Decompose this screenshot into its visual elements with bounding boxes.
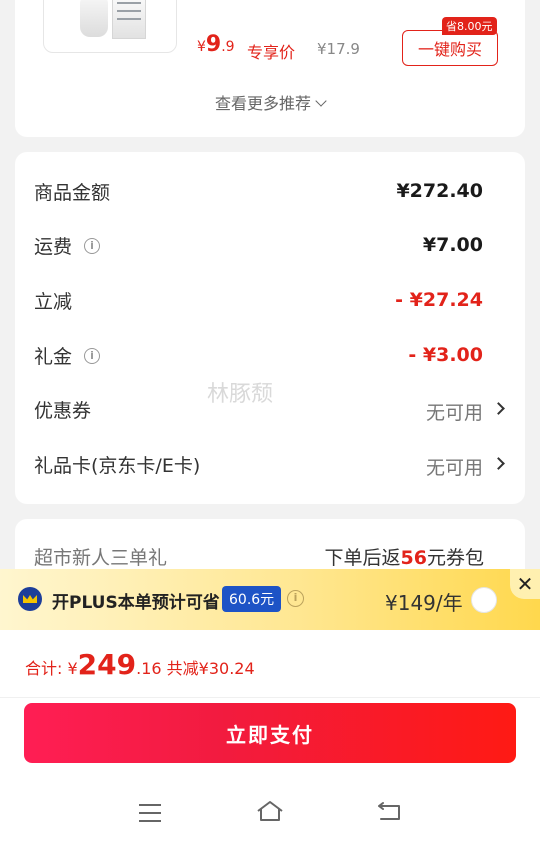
product-thumbnail[interactable]: [43, 0, 177, 53]
newcomer-amount: 56: [400, 547, 427, 569]
chevron-right-icon: [492, 402, 505, 415]
divider: [0, 697, 540, 698]
plus-select-radio[interactable]: [471, 587, 497, 613]
original-price: ¥17.9: [317, 40, 360, 58]
goods-amount-label: 商品金额: [34, 182, 111, 204]
plus-price: ¥149/年: [385, 591, 463, 615]
home-icon[interactable]: [256, 800, 284, 822]
total-label: 合计:: [25, 659, 68, 678]
gift-money-value: - ¥3.00: [408, 344, 483, 366]
order-summary-card: 商品金额 ¥272.40 运费 i ¥7.00 立减 - ¥27.24 礼金 i -…: [15, 152, 525, 504]
close-banner-button[interactable]: ✕: [510, 569, 540, 599]
total-amount: 合计: ¥249.16 共减¥30.24: [25, 648, 255, 681]
gift-money-label-text: 礼金: [34, 346, 73, 368]
plus-text: 开PLUS本单预计可省: [52, 593, 220, 613]
total-decimal: .16: [136, 659, 162, 678]
newcomer-suffix: 元券包: [426, 547, 484, 569]
gift-card-value: 无可用: [425, 457, 483, 479]
pay-now-button[interactable]: 立即支付: [24, 703, 516, 763]
one-click-buy-button[interactable]: 一键购买: [402, 30, 498, 66]
recommendation-card: ¥9.9 专享价 ¥17.9 省8.00元 一键购买 查看更多推荐: [15, 0, 525, 137]
newcomer-prefix: 下单后返: [324, 547, 401, 569]
product-bottle-image: [80, 0, 108, 37]
coupon-value: 无可用: [425, 402, 483, 424]
price-integer: 9: [205, 32, 222, 57]
coupon-label: 优惠券: [34, 400, 92, 422]
info-icon[interactable]: i: [84, 237, 101, 254]
gift-card-label: 礼品卡(京东卡/E卡): [34, 455, 201, 477]
newcomer-label: 超市新人三单礼: [34, 547, 168, 569]
gift-money-label: 礼金 i: [34, 342, 101, 369]
plus-savings-badge: 60.6元: [222, 586, 282, 612]
info-icon[interactable]: i: [287, 590, 304, 607]
close-icon: ✕: [516, 572, 534, 596]
row-shipping: 运费 i ¥7.00: [34, 232, 505, 262]
shipping-label-text: 运费: [34, 236, 73, 258]
instant-discount-value: - ¥27.24: [395, 289, 483, 311]
chevron-right-icon: [492, 457, 505, 470]
exclusive-price-label: 专享价: [247, 43, 296, 62]
total-discount: 共减¥30.24: [166, 659, 255, 678]
price-decimal: .9: [221, 39, 235, 55]
crown-icon: [18, 587, 42, 611]
plus-membership-banner[interactable]: 开PLUS本单预计可省 60.6元 i ¥149/年: [0, 569, 540, 630]
goods-amount-value: ¥272.40: [396, 180, 483, 202]
total-currency: ¥: [67, 659, 78, 678]
price-symbol: ¥: [197, 39, 206, 55]
menu-icon[interactable]: [139, 804, 161, 828]
watermark: 林豚颓: [207, 382, 274, 407]
recommend-price: ¥9.9: [197, 32, 235, 57]
newcomer-value: 下单后返56元券包: [325, 543, 484, 570]
instant-discount-label: 立减: [34, 291, 73, 313]
info-icon[interactable]: i: [84, 347, 101, 364]
system-navigation-bar: [0, 780, 540, 844]
more-recommendations-label: 查看更多推荐: [214, 94, 311, 113]
total-integer: 249: [77, 648, 137, 681]
row-instant-discount: 立减 - ¥27.24: [34, 287, 505, 317]
row-gift-card[interactable]: 礼品卡(京东卡/E卡) 无可用: [34, 451, 505, 481]
shipping-label: 运费 i: [34, 232, 101, 259]
row-goods-amount: 商品金额 ¥272.40: [34, 178, 505, 208]
back-icon[interactable]: [377, 800, 403, 822]
shipping-value: ¥7.00: [422, 234, 483, 256]
chevron-down-icon: [315, 95, 327, 107]
row-gift-money: 礼金 i - ¥3.00: [34, 342, 505, 372]
more-recommendations-link[interactable]: 查看更多推荐: [15, 90, 525, 114]
product-box-image: [112, 0, 146, 39]
save-badge: 省8.00元: [442, 17, 497, 35]
